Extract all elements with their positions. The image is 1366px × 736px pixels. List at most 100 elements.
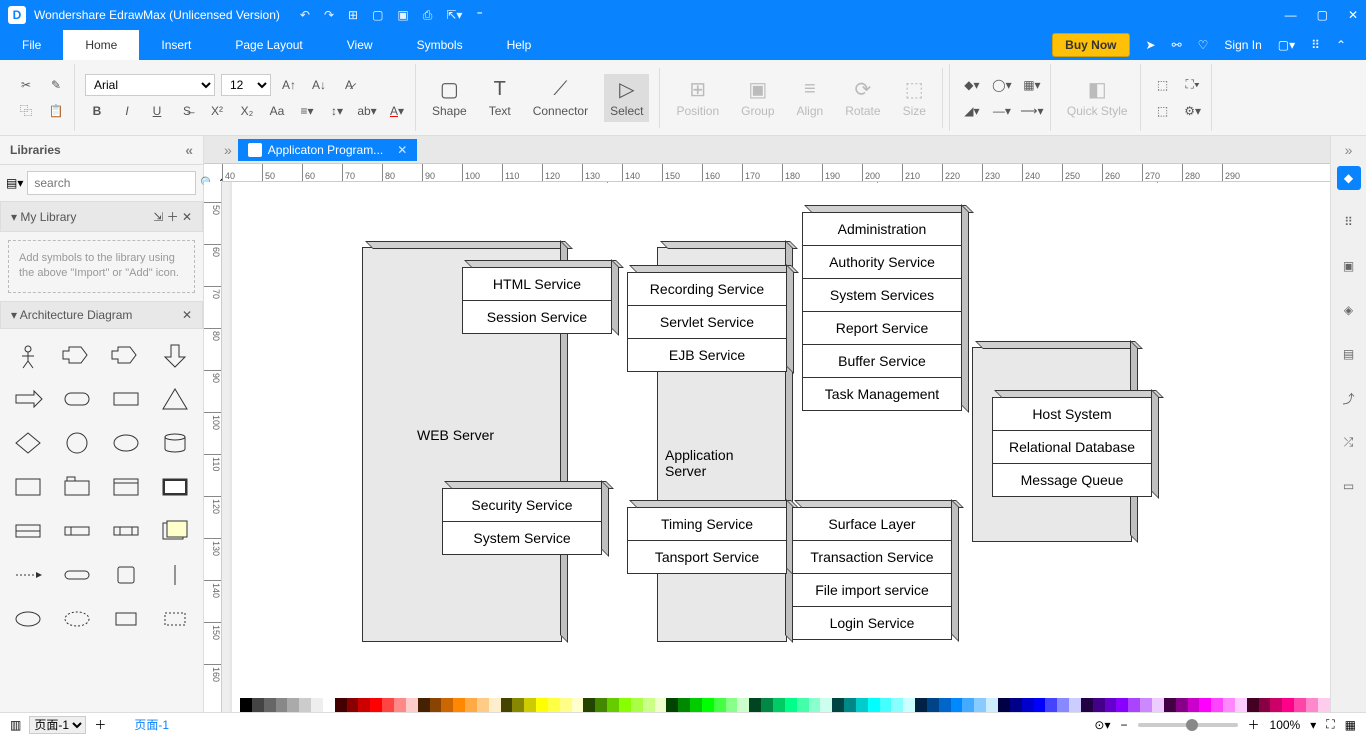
- color-swatch[interactable]: [690, 698, 702, 712]
- palette-shape-19[interactable]: [154, 513, 195, 549]
- collapse-libraries-icon[interactable]: «: [185, 142, 193, 158]
- format-panel-icon[interactable]: ◆: [1337, 166, 1361, 190]
- diagram-cell[interactable]: Message Queue: [992, 464, 1152, 497]
- line2-icon[interactable]: —▾: [990, 100, 1014, 122]
- color-swatch[interactable]: [643, 698, 655, 712]
- diagram-cell[interactable]: Surface Layer: [792, 507, 952, 541]
- tab-file[interactable]: File: [0, 30, 63, 60]
- diagram-cell[interactable]: Security Service: [442, 488, 602, 522]
- palette-shape-0[interactable]: [8, 337, 49, 373]
- palette-shape-15[interactable]: [154, 469, 195, 505]
- color-swatch[interactable]: [1199, 698, 1211, 712]
- color-swatch[interactable]: [1259, 698, 1271, 712]
- grid-panel-icon[interactable]: ⠿: [1337, 210, 1361, 234]
- color-swatch[interactable]: [276, 698, 288, 712]
- zoom-out-icon[interactable]: −: [1120, 718, 1127, 732]
- color-swatch[interactable]: [1282, 698, 1294, 712]
- paste-icon[interactable]: 📋: [44, 100, 68, 122]
- color-swatch[interactable]: [1010, 698, 1022, 712]
- close-tab-icon[interactable]: ✕: [397, 143, 407, 157]
- color-swatch[interactable]: [1140, 698, 1152, 712]
- present-icon[interactable]: ▭: [1337, 474, 1361, 498]
- shuffle-icon[interactable]: ⤮: [1337, 430, 1361, 454]
- same-height-icon[interactable]: ⬚: [1151, 100, 1175, 122]
- crop-icon[interactable]: ⛶▾: [1181, 74, 1205, 96]
- color-swatch[interactable]: [560, 698, 572, 712]
- layers-panel-icon[interactable]: ◈: [1337, 298, 1361, 322]
- color-swatch[interactable]: [358, 698, 370, 712]
- library-menu-icon[interactable]: ▤▾: [6, 176, 23, 190]
- connector-tool[interactable]: ⟋Connector: [527, 74, 594, 122]
- case-icon[interactable]: Aa: [265, 100, 289, 122]
- palette-shape-25[interactable]: [57, 601, 98, 637]
- play-icon[interactable]: ⊙▾: [1094, 718, 1110, 732]
- color-swatch[interactable]: [1211, 698, 1223, 712]
- color-swatch[interactable]: [311, 698, 323, 712]
- color-swatch[interactable]: [1235, 698, 1247, 712]
- palette-shape-9[interactable]: [57, 425, 98, 461]
- shrink-font-icon[interactable]: A↓: [307, 74, 331, 96]
- color-swatch[interactable]: [240, 698, 252, 712]
- palette-shape-17[interactable]: [57, 513, 98, 549]
- color-swatch[interactable]: [418, 698, 430, 712]
- color-swatch[interactable]: [607, 698, 619, 712]
- diagram-cell[interactable]: Timing Service: [627, 507, 787, 541]
- palette-shape-22[interactable]: [106, 557, 147, 593]
- collapse-right-icon[interactable]: »: [1345, 142, 1353, 158]
- color-swatch[interactable]: [903, 698, 915, 712]
- color-swatch[interactable]: [927, 698, 939, 712]
- color-swatch[interactable]: [501, 698, 513, 712]
- fill-icon[interactable]: ◆▾: [960, 74, 984, 96]
- signin-link[interactable]: Sign In: [1224, 38, 1261, 52]
- color-swatch[interactable]: [536, 698, 548, 712]
- color-swatch[interactable]: [820, 698, 832, 712]
- line-icon[interactable]: ◯▾: [990, 74, 1014, 96]
- palette-shape-20[interactable]: [8, 557, 49, 593]
- color-swatch[interactable]: [287, 698, 299, 712]
- diagram-cell[interactable]: Buffer Service: [802, 345, 962, 378]
- fullscreen-icon[interactable]: ▦: [1345, 718, 1356, 732]
- shape-tool[interactable]: ▢Shape: [426, 74, 473, 122]
- color-swatch[interactable]: [572, 698, 584, 712]
- palette-shape-5[interactable]: [57, 381, 98, 417]
- clear-format-icon[interactable]: A̷: [337, 74, 361, 96]
- color-swatch[interactable]: [761, 698, 773, 712]
- connect-icon[interactable]: ⚙▾: [1181, 100, 1205, 122]
- subscript-icon[interactable]: X₂: [235, 100, 259, 122]
- color-swatch[interactable]: [1164, 698, 1176, 712]
- color-swatch[interactable]: [1116, 698, 1128, 712]
- color-swatch[interactable]: [512, 698, 524, 712]
- color-swatch[interactable]: [583, 698, 595, 712]
- color-swatch[interactable]: [477, 698, 489, 712]
- diagram-cell[interactable]: System Services: [802, 279, 962, 312]
- text-tool[interactable]: TText: [483, 74, 517, 122]
- new-icon[interactable]: ⊞: [348, 8, 358, 22]
- color-swatch[interactable]: [1022, 698, 1034, 712]
- palette-shape-11[interactable]: [154, 425, 195, 461]
- color-swatch[interactable]: [453, 698, 465, 712]
- strike-icon[interactable]: S̶: [175, 100, 199, 122]
- expand-panel-icon[interactable]: »: [224, 142, 232, 158]
- redo-icon[interactable]: ↷: [324, 8, 334, 22]
- font-family-select[interactable]: Arial: [85, 74, 215, 96]
- color-swatch[interactable]: [394, 698, 406, 712]
- color-swatch[interactable]: [524, 698, 536, 712]
- export-icon[interactable]: ⇱▾: [446, 8, 462, 22]
- color-swatch[interactable]: [998, 698, 1010, 712]
- color-swatch[interactable]: [655, 698, 667, 712]
- color-swatch[interactable]: [323, 698, 335, 712]
- minimize-icon[interactable]: —: [1285, 8, 1297, 22]
- save-icon[interactable]: ▣: [397, 8, 408, 22]
- color-swatch[interactable]: [939, 698, 951, 712]
- highlight-icon[interactable]: ab▾: [355, 100, 379, 122]
- color-swatch[interactable]: [489, 698, 501, 712]
- more-icon[interactable]: ⁼: [476, 8, 482, 22]
- color-swatch[interactable]: [832, 698, 844, 712]
- add-page-icon[interactable]: ＋: [94, 716, 106, 733]
- diagram-stack[interactable]: Host SystemRelational DatabaseMessage Qu…: [992, 397, 1152, 497]
- shadow-icon[interactable]: ▦▾: [1020, 74, 1044, 96]
- tab-insert[interactable]: Insert: [139, 30, 213, 60]
- color-swatch[interactable]: [1045, 698, 1057, 712]
- color-swatch[interactable]: [299, 698, 311, 712]
- page-select[interactable]: 页面-1: [29, 716, 86, 734]
